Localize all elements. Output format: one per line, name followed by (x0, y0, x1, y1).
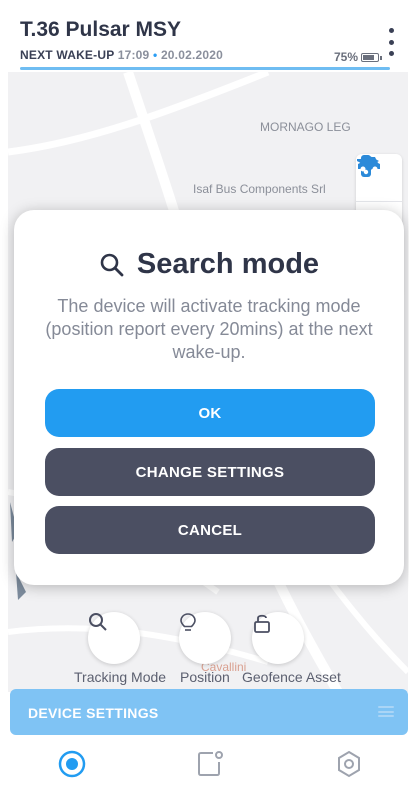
tracking-mode-label: Tracking Mode (74, 669, 167, 685)
change-settings-button[interactable]: CHANGE SETTINGS (45, 448, 375, 496)
geofence-mode-button[interactable] (252, 612, 304, 664)
map-label-mornago: MORNAGO LEG (260, 120, 351, 134)
search-mode-dialog: Search mode The device will activate tra… (14, 210, 404, 585)
geofence-mode-label: Geofence Asset (242, 669, 341, 685)
position-mode-label: Position (180, 669, 230, 685)
device-title: T.36 Pulsar MSY (20, 18, 182, 41)
dialog-description: The device will activate tracking mode (… (45, 296, 373, 362)
wake-label: NEXT WAKE-UP (20, 48, 115, 62)
lock-icon (254, 614, 270, 633)
nav-target[interactable] (56, 748, 88, 780)
device-icon (198, 751, 223, 776)
wake-separator: • (152, 48, 158, 62)
wake-progress-bar (20, 67, 390, 70)
hexagon-icon (338, 750, 360, 778)
lightbulb-icon (180, 613, 196, 631)
drag-handle-icon[interactable] (378, 706, 394, 717)
device-settings-label: DEVICE SETTINGS (28, 705, 159, 721)
search-icon (100, 253, 124, 276)
cancel-button[interactable]: CANCEL (45, 506, 375, 554)
search-icon (89, 613, 107, 631)
more-options-icon[interactable] (387, 28, 395, 56)
map-label-isaf: Isaf Bus Components Srl (193, 182, 326, 196)
battery-status: 75% (333, 50, 382, 64)
wake-date: 20.02.2020 (160, 48, 223, 62)
tracking-mode-button[interactable] (88, 612, 140, 664)
dialog-title-text: Search mode (136, 248, 320, 280)
ok-button[interactable]: OK (45, 389, 375, 437)
dialog-title: Search mode (14, 248, 404, 281)
nav-settings[interactable] (333, 748, 365, 780)
target-icon (58, 750, 86, 778)
next-wake-up: NEXT WAKE-UP 17:09 • 20.02.2020 (20, 48, 223, 62)
device-settings-bar[interactable]: DEVICE SETTINGS (10, 689, 408, 735)
battery-percent: 75% (333, 50, 358, 64)
bottom-navigation (0, 740, 409, 786)
wake-time: 17:09 (117, 48, 150, 62)
nav-device[interactable] (194, 748, 226, 780)
app-screen: T.36 Pulsar MSY NEXT WAKE-UP 17:09 • 20.… (0, 0, 409, 786)
position-mode-button[interactable] (179, 612, 231, 664)
device-header: T.36 Pulsar MSY NEXT WAKE-UP 17:09 • 20.… (0, 0, 409, 72)
battery-icon (361, 52, 382, 62)
